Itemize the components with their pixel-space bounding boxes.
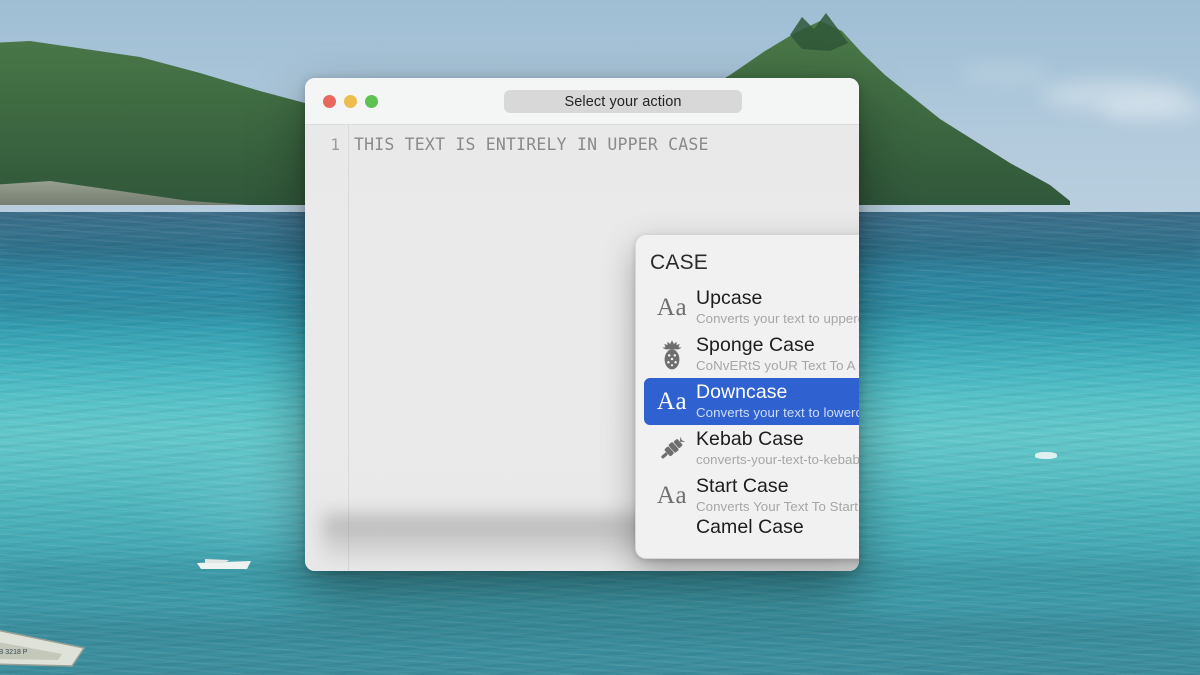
list-item-text: Downcase Converts your text to lowercase…: [696, 380, 859, 422]
aa-letters-icon: Aa: [656, 388, 688, 415]
list-item-partial[interactable]: Camel Case: [644, 519, 859, 539]
list-item-title: Upcase: [696, 286, 763, 309]
zoom-button[interactable]: [365, 95, 378, 108]
list-item-description: converts-your-text-to-kebab-case.: [696, 452, 859, 468]
ocean-wave-band: [0, 620, 1200, 644]
window-titlebar: Select your action: [305, 78, 859, 125]
editor-line-text[interactable]: THIS TEXT IS ENTIRELY IN UPPER CASE: [354, 135, 709, 154]
aa-letters-icon: Aa: [656, 294, 688, 321]
list-item-partial-icon: [648, 519, 696, 539]
boat-foreground: KB 3218 P: [0, 629, 86, 667]
list-item-description: Converts your text to lowercase.: [696, 405, 859, 421]
select-action-button[interactable]: Select your action: [504, 90, 742, 113]
list-item-text: Sponge Case CoNvERtS yoUR Text To A HIgh…: [696, 333, 859, 375]
list-item-upcase[interactable]: Aa Upcase Converts your text to uppercas…: [644, 284, 859, 331]
action-popover: CASE Aa Upcase Converts your text to upp…: [635, 234, 859, 559]
list-item-text: Upcase Converts your text to uppercase.: [696, 286, 859, 328]
kebab-skewer-icon: [648, 427, 696, 471]
pineapple-icon: [648, 333, 696, 377]
action-list: Aa Upcase Converts your text to uppercas…: [636, 284, 859, 539]
minimize-button[interactable]: [344, 95, 357, 108]
list-item-title: Camel Case: [696, 519, 804, 538]
list-item-description: Converts Your Text To Start Case.: [696, 499, 859, 515]
list-item-title: Sponge Case: [696, 333, 815, 356]
cloud-shape: [1100, 96, 1200, 122]
list-item-text: Kebab Case converts-your-text-to-kebab-c…: [696, 427, 859, 469]
list-item-text: Camel Case: [696, 519, 804, 539]
editor-line-row: 1 THIS TEXT IS ENTIRELY IN UPPER CASE: [305, 132, 709, 157]
list-item-sponge-case[interactable]: Sponge Case CoNvERtS yoUR Text To A HIgh…: [644, 331, 859, 378]
list-item-downcase[interactable]: Aa Downcase Converts your text to lowerc…: [644, 378, 859, 425]
traffic-light-group: [323, 95, 378, 108]
list-item-description: CoNvERtS yoUR Text To A HIghER fOrM Of C…: [696, 358, 859, 374]
desktop-wallpaper: KB 3218 P Select your action 1 THIS TEXT…: [0, 0, 1200, 675]
list-item-title: Kebab Case: [696, 427, 804, 450]
boat-distant: [197, 559, 251, 569]
list-item-text: Start Case Converts Your Text To Start C…: [696, 474, 859, 516]
aa-letters-icon: Aa: [656, 482, 688, 509]
list-item-title: Start Case: [696, 474, 789, 497]
popover-section-header: CASE: [650, 251, 708, 274]
app-window: Select your action 1 THIS TEXT IS ENTIRE…: [305, 78, 859, 571]
list-item-start-case[interactable]: Aa Start Case Converts Your Text To Star…: [644, 472, 859, 519]
list-item-kebab-case[interactable]: Kebab Case converts-your-text-to-kebab-c…: [644, 425, 859, 472]
svg-text:KB 3218 P: KB 3218 P: [0, 649, 28, 656]
list-item-description: Converts your text to uppercase.: [696, 311, 859, 327]
list-item-title: Downcase: [696, 380, 788, 403]
boat-far-distant: [1035, 452, 1057, 459]
gutter-divider: [348, 125, 349, 571]
line-number: 1: [330, 135, 340, 154]
close-button[interactable]: [323, 95, 336, 108]
